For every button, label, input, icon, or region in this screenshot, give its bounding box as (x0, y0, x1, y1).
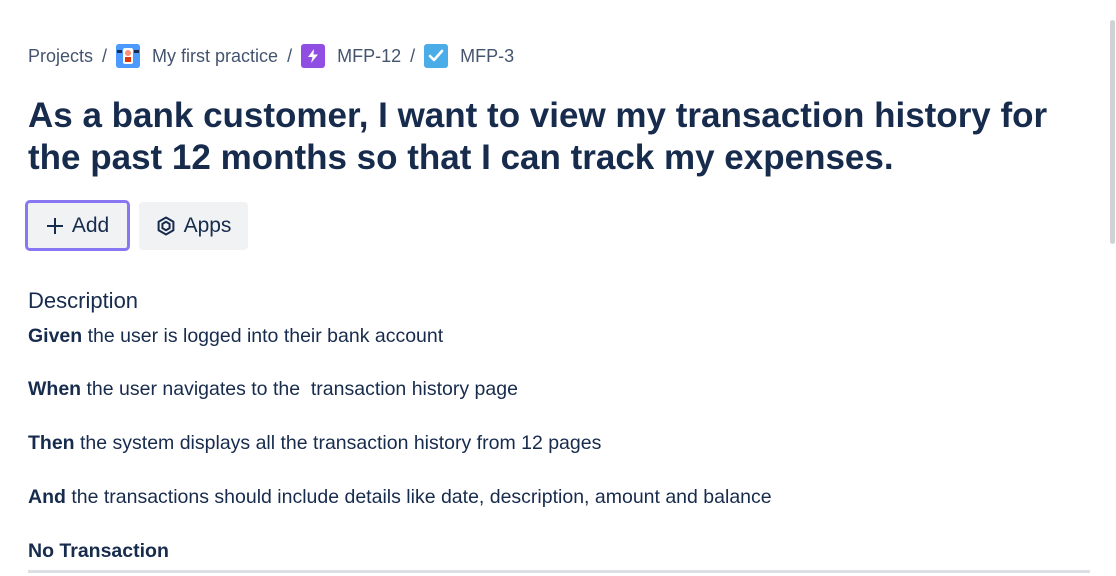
breadcrumb-separator: / (102, 45, 108, 66)
breadcrumb-separator: / (287, 45, 293, 66)
keyword: Then (28, 432, 75, 454)
breadcrumb-project-label: My first practice (152, 45, 279, 66)
scrollbar-thumb[interactable] (1110, 20, 1115, 244)
description-line[interactable]: And the transactions should include deta… (28, 486, 772, 509)
add-button-label: Add (71, 213, 110, 237)
project-avatar-icon (116, 44, 141, 68)
breadcrumb-projects[interactable]: Projects (28, 46, 93, 67)
line-text: the transactions should include details … (65, 486, 772, 508)
plus-icon (46, 217, 64, 235)
keyword: Given (28, 325, 83, 347)
line-text: the system displays all the transaction … (74, 432, 602, 454)
description-line[interactable]: Given the user is logged into their bank… (28, 325, 443, 348)
description-heading: Description (28, 288, 139, 313)
breadcrumb-issue[interactable]: MFP-3 (424, 44, 514, 68)
divider (28, 570, 1090, 573)
line-text: the user navigates to the transaction hi… (81, 378, 518, 400)
breadcrumb-epic-label: MFP-12 (337, 45, 402, 66)
no-transaction-heading[interactable]: No Transaction (28, 540, 169, 563)
apps-button[interactable]: Apps (139, 202, 248, 250)
checkbox-icon (424, 44, 449, 68)
keyword: And (28, 486, 66, 508)
breadcrumb: Projects / My first practice / MFP-12 / … (28, 43, 514, 69)
breadcrumb-project[interactable]: My first practice (116, 44, 278, 68)
breadcrumb-epic[interactable]: MFP-12 (301, 44, 401, 68)
issue-view: Projects / My first practice / MFP-12 / … (0, 0, 1116, 576)
scrollbar[interactable] (1108, 0, 1116, 576)
lightning-icon (301, 44, 326, 68)
issue-title[interactable]: As a bank customer, I want to view my tr… (28, 95, 1088, 179)
keyword: When (28, 378, 82, 400)
breadcrumb-separator: / (410, 45, 416, 66)
apps-button-label: Apps (183, 214, 232, 237)
description-line[interactable]: Then the system displays all the transac… (28, 432, 601, 455)
breadcrumb-issue-label: MFP-3 (460, 45, 515, 66)
line-text: the user is logged into their bank accou… (82, 325, 444, 347)
add-button[interactable]: Add (25, 200, 130, 251)
description-line[interactable]: When the user navigates to the transacti… (28, 378, 518, 401)
hexagon-icon (156, 216, 176, 236)
